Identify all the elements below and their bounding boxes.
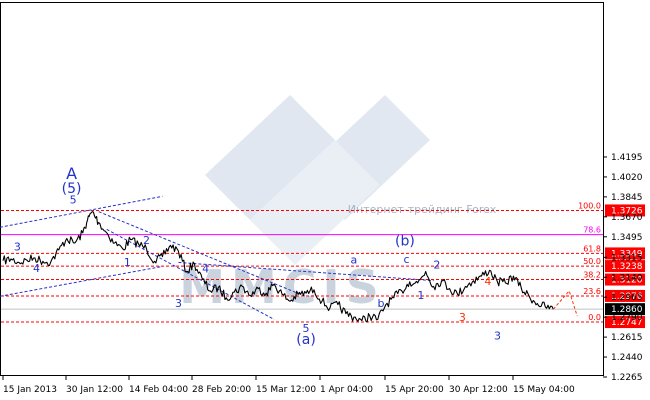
wave-label: a [351,254,358,267]
fib-ratio-label: 100.0 [578,201,601,210]
wave-label: c [404,253,410,266]
wave-label: 4 [484,275,491,288]
y-tick-label: 1.2965 [611,293,643,303]
x-tick-label: 14 Feb 04:00 [129,385,188,395]
wave-label: (b) [395,233,415,249]
y-tick-label: 1.3670 [611,213,643,223]
wave-label: 1 [124,256,131,269]
y-tick-label: 1.3140 [611,273,643,283]
y-tick-label: 1.4195 [611,153,643,163]
y-tick-label: 1.3845 [611,193,643,203]
y-tick-label: 1.2440 [611,353,643,363]
wave-label: 5 [70,194,77,207]
wave-label: 3 [494,329,501,342]
x-tick-label: 15 Mar 12:00 [256,385,316,395]
x-tick-label: 15 May 04:00 [513,385,575,395]
watermark-text: MMCIS [179,260,385,314]
wave-label: 3 [459,311,466,324]
fib-ratio-label: 0.0 [588,313,601,322]
fib-ratio-label: 78.6 [583,226,601,235]
level-price-label: 1.3238 [611,262,643,272]
wave-label: 2 [143,234,150,247]
fib-ratio-label: 61.8 [583,244,601,253]
y-tick-label: 1.3495 [611,233,643,243]
x-tick-label: 15 Apr 20:00 [385,385,444,395]
y-tick-label: 1.2615 [611,333,643,343]
fib-ratio-label: 50.0 [583,257,601,266]
y-tick-label: 1.2265 [611,373,643,383]
y-tick-label: 1.4020 [611,173,643,183]
wave-label: 3 [14,240,21,253]
x-tick-label: 30 Jan 12:00 [66,385,123,395]
wave-label: 3 [175,297,182,310]
price-chart: MMCIS Интернет-трейдинг Forex 100.01.372… [0,0,650,400]
y-tick-label: 1.2790 [611,313,643,323]
wave-label: 1 [417,289,424,302]
x-tick-label: 28 Feb 20:00 [192,385,251,395]
x-tick-label: 30 Apr 12:00 [449,385,508,395]
fib-ratio-label: 23.6 [583,287,601,296]
y-tick-label: 1.3315 [611,253,643,263]
wave-label: (a) [296,332,316,348]
x-tick-label: 1 Apr 04:00 [320,385,373,395]
wave-label: b [378,297,385,310]
wave-label: 4 [33,262,40,275]
wave-label: 2 [433,259,440,272]
fib-ratio-label: 38.2 [583,271,601,280]
wave-label: 4 [202,263,209,276]
watermark-subtext: Интернет-трейдинг Forex [348,203,497,216]
x-tick-label: 15 Jan 2013 [3,385,57,395]
